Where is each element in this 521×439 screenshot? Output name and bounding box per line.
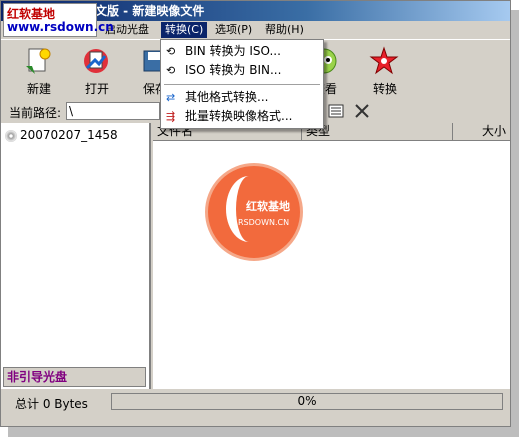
menu-item-bin-to-iso[interactable]: ⟲ BIN 转换为 ISO...: [161, 42, 323, 60]
progress-text: 0%: [297, 394, 317, 408]
folder-tree[interactable]: 20070207_1458: [1, 123, 151, 389]
watermark-logo: 红软基地 www.rsdown.cn: [3, 3, 114, 37]
refresh-icon: ⟲: [166, 64, 176, 77]
menu-item-batch-convert[interactable]: ⇶ 批量转换映像格式...: [161, 107, 323, 125]
menu-item-other-format-label: 其他格式转换...: [185, 90, 269, 104]
site-logo: 红软基地 RSDOWN.CN: [205, 163, 303, 261]
menu-item-other-format[interactable]: ⇄ 其他格式转换...: [161, 88, 323, 106]
progress-bar: 0%: [111, 393, 503, 410]
logo-en-text: RSDOWN.CN: [238, 218, 290, 227]
open-button[interactable]: 打开: [69, 42, 125, 98]
path-label: 当前路径:: [9, 106, 62, 120]
column-header-size[interactable]: 大小: [453, 123, 510, 141]
convert-label: 转换: [372, 82, 397, 96]
tree-root-item[interactable]: 20070207_1458: [5, 127, 118, 143]
menu-convert[interactable]: 转换(C): [161, 22, 208, 38]
refresh-icon: ⟲: [166, 45, 176, 58]
new-button[interactable]: 新建: [11, 42, 67, 98]
column-header-type[interactable]: 类型: [302, 123, 453, 141]
total-size-text: 总计 0 Bytes: [15, 397, 88, 411]
menu-item-iso-to-bin[interactable]: ⟲ ISO 转换为 BIN...: [161, 61, 323, 79]
menu-help[interactable]: 帮助(H): [261, 22, 308, 38]
menu-separator: [164, 84, 320, 85]
boot-status-label: 非引导光盘: [3, 367, 146, 387]
open-icon: [84, 49, 108, 73]
convert-star-icon: [369, 46, 399, 75]
new-icon: [26, 48, 51, 74]
menu-options[interactable]: 选项(P): [211, 22, 256, 38]
convert-button[interactable]: 转换: [357, 42, 413, 98]
delete-icon[interactable]: [353, 102, 371, 120]
convert-menu-dropdown: ⟲ BIN 转换为 ISO... ⟲ ISO 转换为 BIN... ⇄ 其他格式…: [160, 39, 324, 129]
new-label: 新建: [26, 82, 51, 96]
status-bar: 总计 0 Bytes 0%: [1, 391, 510, 411]
open-label: 打开: [84, 82, 109, 96]
details-view-icon[interactable]: [327, 102, 345, 120]
menu-item-iso-to-bin-label: ISO 转换为 BIN...: [185, 63, 282, 77]
menu-item-bin-to-iso-label: BIN 转换为 ISO...: [185, 44, 281, 58]
convert-icon: ⇄: [166, 91, 176, 104]
batch-convert-icon: ⇶: [166, 110, 176, 123]
file-list[interactable]: 文件名 类型 大小 红软基地 RSDOWN.CN: [153, 123, 510, 389]
disc-icon: [5, 129, 17, 142]
app-window: 简体中文版 - 新建映像文件 红软基地 www.rsdown.cn 启动光盘 转…: [0, 0, 511, 427]
logo-cn-text: 红软基地: [246, 200, 290, 213]
menu-item-batch-convert-label: 批量转换映像格式...: [185, 109, 293, 123]
watermark-line2: www.rsdown.cn: [7, 20, 114, 34]
path-input[interactable]: \: [66, 102, 160, 120]
tree-root-label: 20070207_1458: [20, 128, 118, 142]
